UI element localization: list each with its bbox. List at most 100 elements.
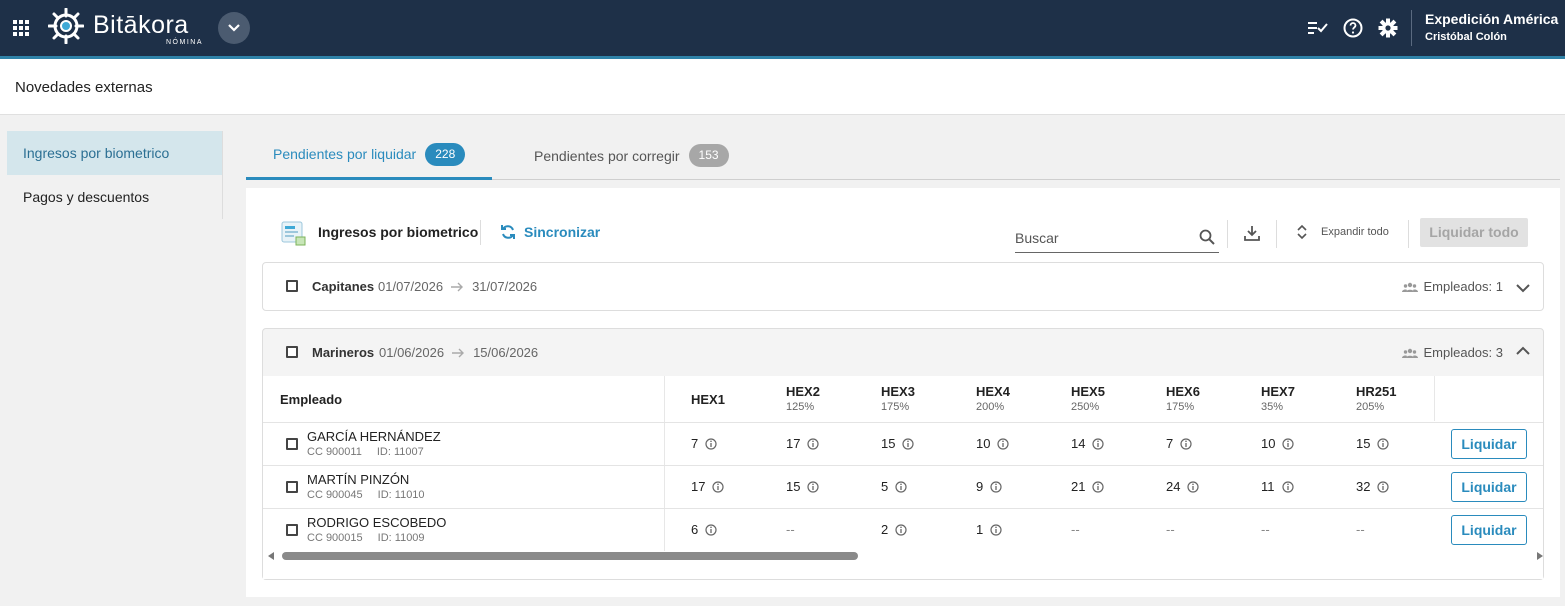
scroll-right-icon[interactable] xyxy=(1537,552,1543,560)
liquidar-button[interactable]: Liquidar xyxy=(1451,515,1527,545)
expand-all-button[interactable]: Expandir todo xyxy=(1297,224,1389,240)
column-percent: 175% xyxy=(881,401,910,413)
table-row: RODRIGO ESCOBEDO CC 900015 ID: 11009 6 -- 2 1 -… xyxy=(263,508,1543,551)
info-icon[interactable] xyxy=(983,480,1002,493)
value-cell-hex6: 7 xyxy=(1166,436,1192,451)
liquidar-todo-button[interactable]: Liquidar todo xyxy=(1420,218,1528,247)
value-cell-hex2: 17 xyxy=(786,436,820,451)
column-percent: 205% xyxy=(1356,401,1385,413)
employee-count-label: Empleados: 1 xyxy=(1423,279,1504,294)
group-header[interactable]: Marineros 01/06/2026 15/06/2026 Empleado… xyxy=(263,329,1543,376)
liquidar-button[interactable]: Liquidar xyxy=(1451,429,1527,459)
info-icon[interactable] xyxy=(895,437,915,450)
value-cell-hex3: 5 xyxy=(881,479,907,494)
horizontal-scrollbar[interactable] xyxy=(268,550,1543,562)
value-cell-hex1: 7 xyxy=(691,436,717,451)
section-title: Ingresos por biometrico xyxy=(318,224,479,240)
hours-value: 6 xyxy=(691,522,699,537)
employee-id: ID: 11010 xyxy=(377,489,425,501)
tab-pendientes-corregir[interactable]: Pendientes por corregir 153 xyxy=(534,131,729,180)
empty-value: -- xyxy=(1261,522,1270,537)
tab-bar: Pendientes por liquidar 228 Pendientes p… xyxy=(246,131,1560,180)
value-cell-hex5: 14 xyxy=(1071,436,1105,451)
sidebar-item-ingresos-biometrico[interactable]: Ingresos por biometrico xyxy=(7,131,222,175)
scroll-thumb[interactable] xyxy=(282,552,858,560)
info-icon[interactable] xyxy=(1370,437,1390,450)
empty-value: -- xyxy=(1166,522,1175,537)
employee-meta: CC 900045 ID: 11010 xyxy=(307,489,425,501)
info-icon[interactable] xyxy=(800,480,820,493)
empty-value: -- xyxy=(1071,522,1080,537)
gear-icon[interactable] xyxy=(1378,18,1398,38)
employee-name: RODRIGO ESCOBEDO xyxy=(307,515,447,530)
row-checkbox[interactable] xyxy=(286,481,298,493)
liquidar-button[interactable]: Liquidar xyxy=(1451,472,1527,502)
sync-button[interactable]: Sincronizar xyxy=(500,224,600,240)
info-icon[interactable] xyxy=(1085,480,1105,493)
info-icon[interactable] xyxy=(1173,437,1192,450)
employee-id: ID: 11007 xyxy=(376,446,424,458)
info-icon[interactable] xyxy=(983,523,1002,536)
top-bar: Bitākora NÓMINA Expedición América Crist… xyxy=(0,0,1565,59)
info-icon[interactable] xyxy=(1085,437,1105,450)
column-code: HEX3 xyxy=(881,384,915,399)
app-switch-button[interactable] xyxy=(218,12,250,44)
row-checkbox[interactable] xyxy=(286,524,298,536)
chevron-up-icon[interactable] xyxy=(1516,346,1530,355)
task-checklist-icon[interactable] xyxy=(1308,18,1328,38)
info-icon[interactable] xyxy=(1275,480,1294,493)
info-icon[interactable] xyxy=(705,480,725,493)
group-header[interactable]: Capitanes 01/07/2026 31/07/2026 Empleado… xyxy=(263,263,1543,310)
group-panel-capitanes: Capitanes 01/07/2026 31/07/2026 Empleado… xyxy=(262,262,1544,311)
hours-value: 15 xyxy=(786,479,801,494)
info-icon[interactable] xyxy=(990,437,1010,450)
help-icon[interactable] xyxy=(1343,18,1363,38)
row-checkbox[interactable] xyxy=(286,438,298,450)
info-icon[interactable] xyxy=(888,480,907,493)
end-date: 15/06/2026 xyxy=(473,345,539,360)
info-icon[interactable] xyxy=(698,437,717,450)
toolbar-divider xyxy=(1227,220,1228,248)
value-cell-hr251: -- xyxy=(1356,522,1365,537)
employee-count: Empleados: 3 xyxy=(1401,345,1503,360)
hours-value: 21 xyxy=(1071,479,1086,494)
group-checkbox[interactable] xyxy=(286,280,298,292)
chevron-down-icon[interactable] xyxy=(1516,284,1530,293)
employee-name: MARTÍN PINZÓN xyxy=(307,472,410,487)
column-code: HEX4 xyxy=(976,384,1010,399)
sidebar-item-pagos-descuentos[interactable]: Pagos y descuentos xyxy=(7,175,222,219)
user-name[interactable]: Cristóbal Colón xyxy=(1425,31,1507,43)
scroll-left-icon[interactable] xyxy=(268,552,274,560)
value-cell-hr251: 32 xyxy=(1356,479,1390,494)
company-name[interactable]: Expedición América xyxy=(1425,11,1558,27)
column-code: HEX2 xyxy=(786,384,820,399)
hours-value: 10 xyxy=(1261,436,1276,451)
value-cell-hex4: 1 xyxy=(976,522,1002,537)
empty-value: -- xyxy=(786,522,795,537)
group-name: Marineros xyxy=(312,345,375,360)
info-icon[interactable] xyxy=(888,523,907,536)
employee-document: CC 900015 xyxy=(307,532,363,544)
info-icon[interactable] xyxy=(800,437,820,450)
group-checkbox[interactable] xyxy=(286,346,298,358)
download-button[interactable] xyxy=(1243,224,1261,247)
employee-meta: CC 900011 ID: 11007 xyxy=(307,446,424,458)
info-icon[interactable] xyxy=(698,523,717,536)
employee-document: CC 900011 xyxy=(307,446,362,458)
info-icon[interactable] xyxy=(1180,480,1200,493)
tab-pendientes-liquidar[interactable]: Pendientes por liquidar 228 xyxy=(246,131,493,180)
count-badge: 153 xyxy=(688,144,729,167)
info-icon[interactable] xyxy=(1370,480,1390,493)
expand-icon xyxy=(1297,224,1307,240)
hours-value: 15 xyxy=(1356,436,1371,451)
column-code: HEX6 xyxy=(1166,384,1200,399)
group-date-range: 01/07/2026 31/07/2026 xyxy=(378,279,537,294)
employee-id: ID: 11009 xyxy=(377,532,425,544)
group-date-range: 01/06/2026 15/06/2026 xyxy=(379,345,538,360)
search-icon[interactable] xyxy=(1199,229,1215,245)
search-input[interactable] xyxy=(1015,224,1195,252)
apps-grid-icon[interactable] xyxy=(13,20,29,36)
info-icon[interactable] xyxy=(1275,437,1295,450)
hours-value: 24 xyxy=(1166,479,1181,494)
hours-value: 9 xyxy=(976,479,984,494)
